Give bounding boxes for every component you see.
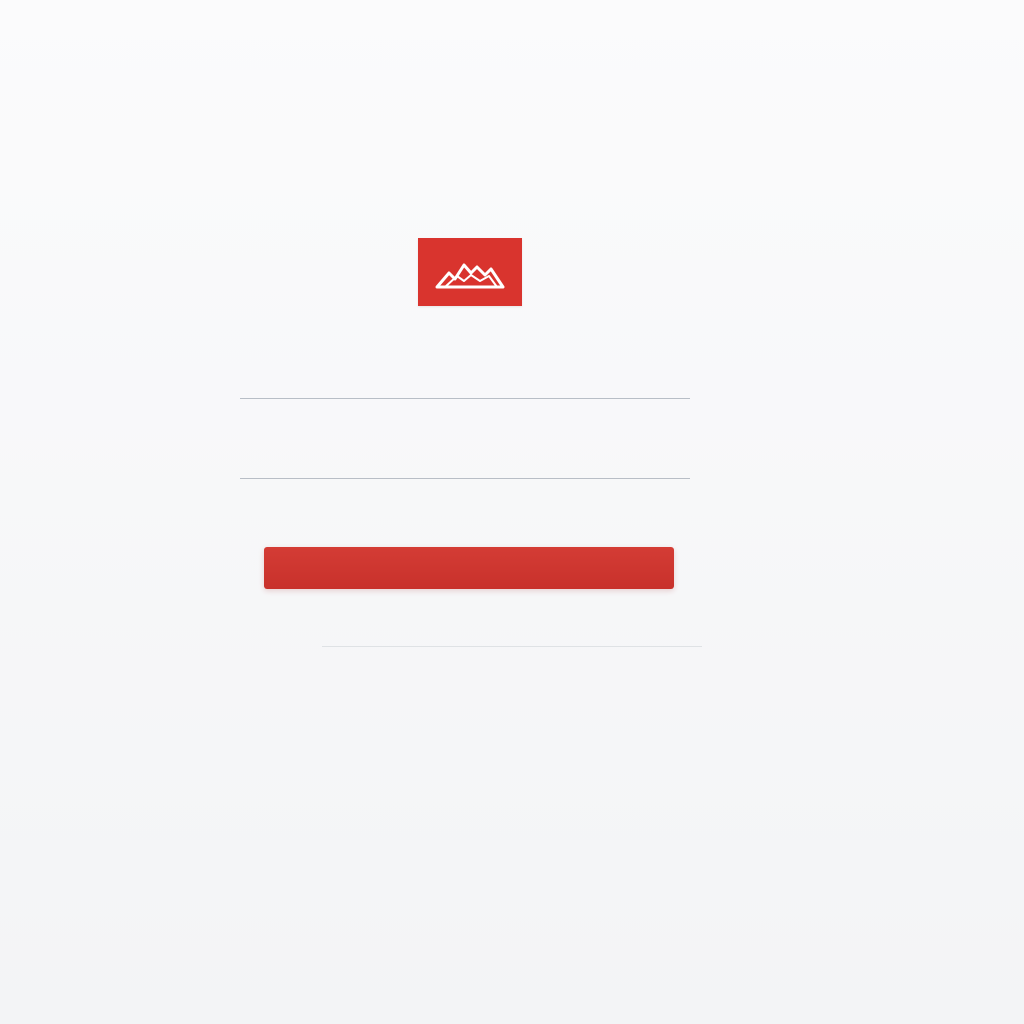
password-input[interactable] (240, 479, 690, 485)
mountain-logo-icon (435, 263, 505, 289)
login-page (0, 0, 1024, 1024)
divider (322, 646, 702, 647)
login-button[interactable] (264, 547, 674, 589)
password-field-group (240, 472, 690, 485)
brand-logo (418, 238, 522, 306)
username-field-group (240, 392, 690, 405)
username-input[interactable] (240, 399, 690, 405)
